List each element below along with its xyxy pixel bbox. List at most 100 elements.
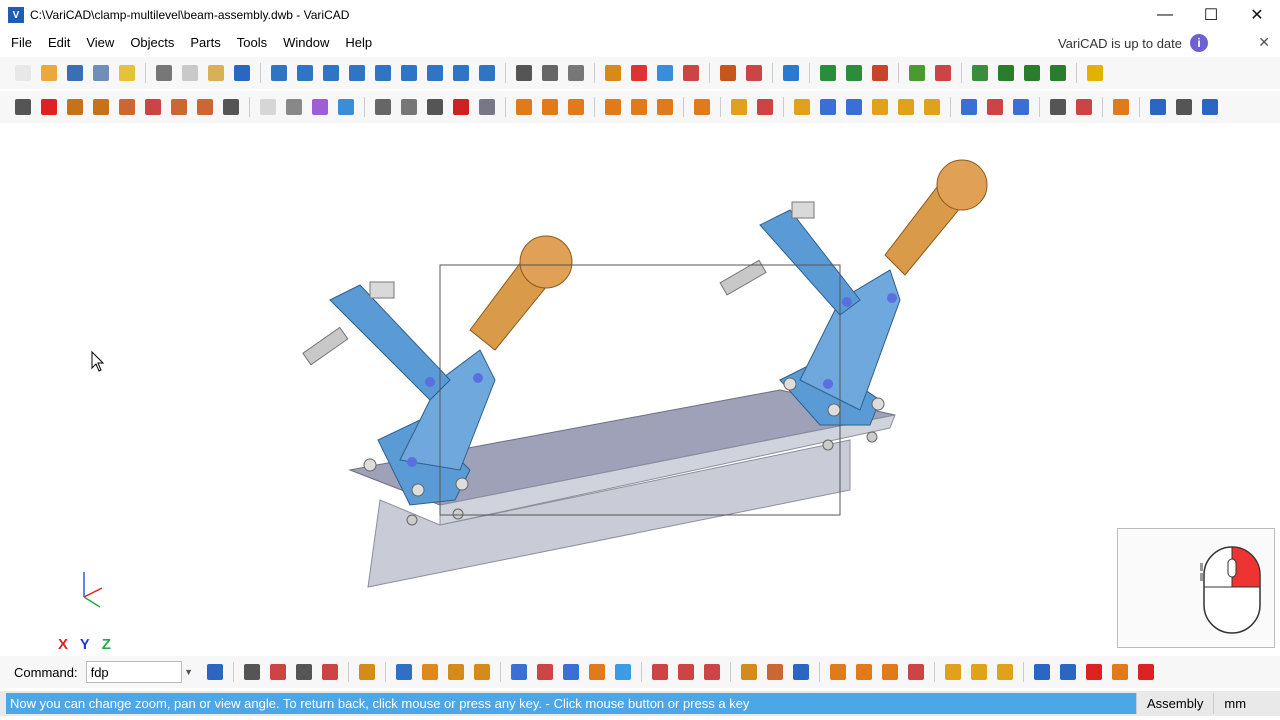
command-pipe-button[interactable] bbox=[445, 661, 467, 683]
modeling-scale-button[interactable] bbox=[116, 96, 138, 118]
modeling-bool-int-button[interactable] bbox=[565, 96, 587, 118]
modeling-gray-solid-button[interactable] bbox=[476, 96, 498, 118]
modeling-measure-button[interactable] bbox=[791, 96, 813, 118]
modeling-dim3-button[interactable] bbox=[1010, 96, 1032, 118]
notice-close-icon[interactable]: ✕ bbox=[1258, 34, 1270, 51]
update-notice[interactable]: VariCAD is up to date i bbox=[1058, 30, 1208, 56]
main-box-button[interactable] bbox=[268, 62, 290, 84]
menu-file[interactable]: File bbox=[3, 30, 40, 56]
command-out-button[interactable] bbox=[853, 661, 875, 683]
main-paste-button[interactable] bbox=[205, 62, 227, 84]
modeling-edge-button[interactable] bbox=[895, 96, 917, 118]
main-zoom-all-button[interactable] bbox=[843, 62, 865, 84]
main-layer-button[interactable] bbox=[906, 62, 928, 84]
modeling-bool-sub-button[interactable] bbox=[539, 96, 561, 118]
modeling-bool-add-button[interactable] bbox=[513, 96, 535, 118]
main-library-button[interactable] bbox=[602, 62, 624, 84]
modeling-move-button[interactable] bbox=[64, 96, 86, 118]
command-solid-orange-button[interactable] bbox=[419, 661, 441, 683]
main-torus-button[interactable] bbox=[372, 62, 394, 84]
modeling-3d-switch-button[interactable] bbox=[1199, 96, 1221, 118]
command-export-button[interactable] bbox=[204, 661, 226, 683]
modeling-fillet-button[interactable] bbox=[921, 96, 943, 118]
command-solid-blue-button[interactable] bbox=[393, 661, 415, 683]
main-array-button[interactable] bbox=[680, 62, 702, 84]
modeling-drawing-button[interactable] bbox=[1110, 96, 1132, 118]
main-zoom-fit-button[interactable] bbox=[969, 62, 991, 84]
command-array2-button[interactable] bbox=[534, 661, 556, 683]
modeling-shell-button[interactable] bbox=[257, 96, 279, 118]
modeling-material-button[interactable] bbox=[335, 96, 357, 118]
main-zoom-out-button[interactable] bbox=[995, 62, 1017, 84]
command-x-multi-button[interactable] bbox=[905, 661, 927, 683]
main-display-button[interactable] bbox=[780, 62, 802, 84]
menu-tools[interactable]: Tools bbox=[229, 30, 275, 56]
main-open-button[interactable] bbox=[38, 62, 60, 84]
close-button[interactable]: ✕ bbox=[1234, 0, 1280, 30]
main-cylinder-button[interactable] bbox=[294, 62, 316, 84]
modeling-2d-switch-button[interactable] bbox=[1173, 96, 1195, 118]
menu-view[interactable]: View bbox=[78, 30, 122, 56]
modeling-color-button[interactable] bbox=[309, 96, 331, 118]
main-new-button[interactable] bbox=[12, 62, 34, 84]
status-mode[interactable]: Assembly bbox=[1136, 693, 1213, 714]
main-zoom-window-button[interactable] bbox=[817, 62, 839, 84]
modeling-bolt2-button[interactable] bbox=[372, 96, 394, 118]
command-level-dn-button[interactable] bbox=[968, 661, 990, 683]
menu-parts[interactable]: Parts bbox=[182, 30, 228, 56]
command-table2-button[interactable] bbox=[675, 661, 697, 683]
menu-help[interactable]: Help bbox=[337, 30, 380, 56]
command-table-button[interactable] bbox=[649, 661, 671, 683]
command-grid-button[interactable] bbox=[508, 661, 530, 683]
main-bearing-button[interactable] bbox=[539, 62, 561, 84]
command-dropdown-icon[interactable]: ▼ bbox=[182, 661, 196, 683]
command-cancel3-button[interactable] bbox=[1135, 661, 1157, 683]
modeling-delete-button[interactable] bbox=[38, 96, 60, 118]
modeling-query2-button[interactable] bbox=[754, 96, 776, 118]
main-view-cube-button[interactable] bbox=[869, 62, 891, 84]
main-undo-button[interactable] bbox=[231, 62, 253, 84]
menu-window[interactable]: Window bbox=[275, 30, 337, 56]
main-save-all-button[interactable] bbox=[90, 62, 112, 84]
command-check-x-button[interactable] bbox=[1057, 661, 1079, 683]
command-input[interactable] bbox=[85, 661, 182, 683]
command-cancel-button[interactable] bbox=[1083, 661, 1105, 683]
modeling-red-solid-button[interactable] bbox=[450, 96, 472, 118]
command-link-button[interactable] bbox=[560, 661, 582, 683]
command-ruler-button[interactable] bbox=[356, 661, 378, 683]
main-recent-button[interactable] bbox=[116, 62, 138, 84]
command-table3-button[interactable] bbox=[701, 661, 723, 683]
modeling-attach-button[interactable] bbox=[168, 96, 190, 118]
modeling-mirror-button[interactable] bbox=[142, 96, 164, 118]
command-target-button[interactable] bbox=[790, 661, 812, 683]
modeling-query-button[interactable] bbox=[728, 96, 750, 118]
main-transform-button[interactable] bbox=[654, 62, 676, 84]
modeling-assembly-button[interactable] bbox=[1047, 96, 1069, 118]
modeling-align2-button[interactable] bbox=[628, 96, 650, 118]
main-pan-left-button[interactable] bbox=[1021, 62, 1043, 84]
menu-edit[interactable]: Edit bbox=[40, 30, 78, 56]
modeling-explode-button[interactable] bbox=[1073, 96, 1095, 118]
main-magnet-button[interactable] bbox=[628, 62, 650, 84]
command-hatch-button[interactable] bbox=[586, 661, 608, 683]
main-group-button[interactable] bbox=[743, 62, 765, 84]
command-x-orange-button[interactable] bbox=[879, 661, 901, 683]
menu-objects[interactable]: Objects bbox=[122, 30, 182, 56]
command-squery-button[interactable] bbox=[267, 661, 289, 683]
modeling-2d-button[interactable] bbox=[1147, 96, 1169, 118]
info-icon[interactable]: i bbox=[1190, 34, 1208, 52]
main-sphere-button[interactable] bbox=[476, 62, 498, 84]
3d-viewport[interactable] bbox=[0, 124, 1280, 656]
main-prism-button[interactable] bbox=[320, 62, 342, 84]
main-save-button[interactable] bbox=[64, 62, 86, 84]
minimize-button[interactable]: — bbox=[1142, 0, 1188, 30]
main-render-mode-button[interactable] bbox=[1084, 62, 1106, 84]
main-revolve-button[interactable] bbox=[424, 62, 446, 84]
command-check-blue-button[interactable] bbox=[1031, 661, 1053, 683]
modeling-pick-button[interactable] bbox=[220, 96, 242, 118]
command-level-up-button[interactable] bbox=[942, 661, 964, 683]
modeling-align3-button[interactable] bbox=[654, 96, 676, 118]
main-pan-right-button[interactable] bbox=[1047, 62, 1069, 84]
command-tree2-button[interactable] bbox=[764, 661, 786, 683]
command-tree-button[interactable] bbox=[738, 661, 760, 683]
